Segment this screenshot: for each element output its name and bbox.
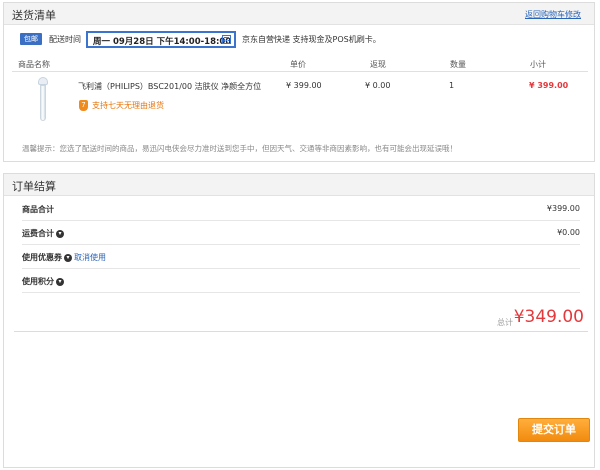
coupon-label-text: 使用优惠券 <box>22 253 62 262</box>
item-cashback: ¥ 0.00 <box>365 81 391 90</box>
grand-total-value: ¥349.00 <box>513 307 584 327</box>
goods-total-value: ¥399.00 <box>546 204 580 213</box>
goods-total-label: 商品合计 <box>22 205 54 214</box>
shipping-list-panel: 送货清单 返回购物车修改 包邮 配送时间 周一 09月28日 下午14:00-1… <box>3 2 595 162</box>
grand-total-label: 总计 <box>497 318 513 327</box>
shipping-fee-label[interactable]: 运费合计 ▾ <box>22 228 64 239</box>
settlement-header: 订单结算 <box>4 174 594 196</box>
settlement-title: 订单结算 <box>12 180 56 193</box>
shipping-fee-value: ¥0.00 <box>557 228 580 237</box>
chevron-down-icon[interactable]: ▾ <box>64 253 72 262</box>
item-quantity: 1 <box>449 81 455 90</box>
product-image-brush-head <box>38 77 48 85</box>
points-row[interactable]: 使用积分 ▾ <box>22 269 580 293</box>
seven-day-return-icon: 7 <box>79 100 88 111</box>
delivery-tip: 温馨提示：您选了配送时间的商品，易迅闪电侠会尽力准时送到您手中，但因天气、交通等… <box>22 144 457 153</box>
col-quantity: 数量 <box>450 60 466 69</box>
coupon-row[interactable]: 使用优惠券 ▾ 取消使用 <box>22 245 580 269</box>
chevron-down-icon[interactable]: ▾ <box>56 229 64 238</box>
goods-total-row: 商品合计 ¥399.00 <box>22 197 580 221</box>
shipping-method-note: 京东自营快递 支持现金及POS机刷卡。 <box>242 35 381 44</box>
order-settlement-panel: 订单结算 商品合计 ¥399.00 运费合计 ▾ ¥0.00 使用优惠券 ▾ 取消使… <box>3 173 595 468</box>
delivery-time-select[interactable]: 周一 09月28日 下午14:00-18:00 <box>86 31 236 48</box>
delivery-row: 包邮 配送时间 周一 09月28日 下午14:00-18:00 京东自营快递 支… <box>20 31 580 49</box>
col-cashback: 返现 <box>370 60 386 69</box>
cancel-coupon-link[interactable]: 取消使用 <box>74 252 106 263</box>
total-divider <box>14 331 588 332</box>
product-name-link[interactable]: 飞利浦（PHILIPS）BSC201/00 洁肤仪 净颜全方位 <box>78 81 261 92</box>
shipping-list-title: 送货清单 <box>12 9 56 22</box>
return-policy-tag: 7 支持七天无理由退货 <box>79 100 164 112</box>
shipping-fee-row[interactable]: 运费合计 ▾ ¥0.00 <box>22 221 580 245</box>
chevron-down-icon[interactable]: ▾ <box>56 277 64 286</box>
calendar-icon[interactable] <box>222 35 231 44</box>
back-to-cart-link[interactable]: 返回购物车修改 <box>525 9 581 20</box>
col-subtotal: 小计 <box>530 60 546 69</box>
goods-table-header: 商品名称 单价 返现 数量 小计 <box>12 58 588 72</box>
product-image-handle <box>40 85 46 121</box>
delivery-time-label: 配送时间 <box>49 35 81 44</box>
coupon-label[interactable]: 使用优惠券 ▾ <box>22 252 72 263</box>
shipping-fee-label-text: 运费合计 <box>22 229 54 238</box>
free-shipping-badge: 包邮 <box>20 33 42 45</box>
points-label[interactable]: 使用积分 ▾ <box>22 276 64 287</box>
product-image[interactable] <box>36 77 50 123</box>
col-unit-price: 单价 <box>290 60 306 69</box>
return-policy-text: 支持七天无理由退货 <box>92 101 164 110</box>
delivery-time-value: 周一 09月28日 下午14:00-18:00 <box>93 37 232 47</box>
points-label-text: 使用积分 <box>22 277 54 286</box>
item-subtotal: ¥ 399.00 <box>529 81 569 90</box>
col-product-name: 商品名称 <box>18 60 50 69</box>
item-unit-price: ¥ 399.00 <box>286 81 322 90</box>
submit-order-button[interactable]: 提交订单 <box>518 418 590 442</box>
shipping-list-header: 送货清单 返回购物车修改 <box>4 3 594 25</box>
